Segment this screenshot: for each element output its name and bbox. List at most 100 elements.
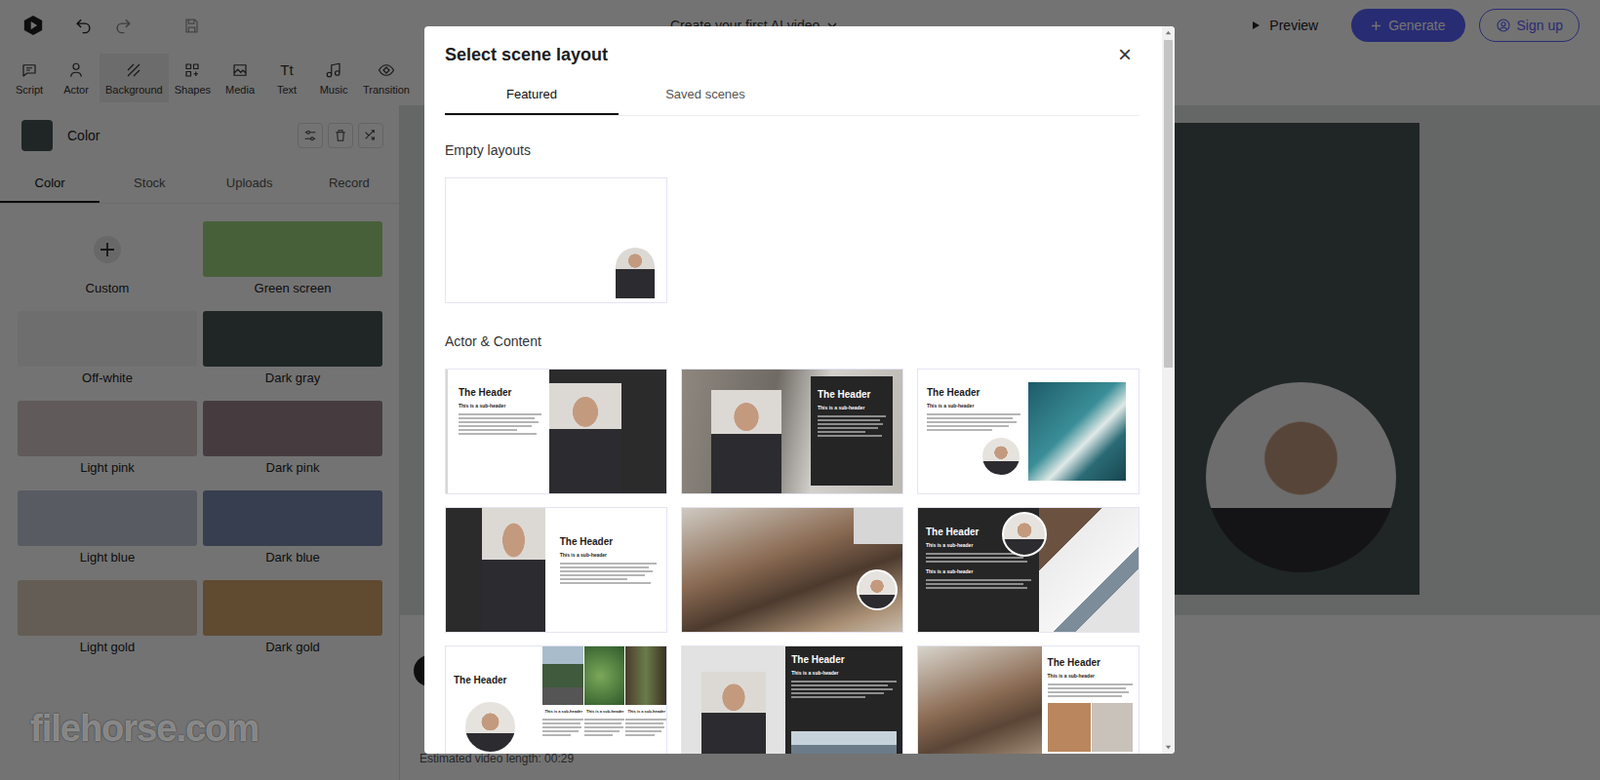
layout-section: Actor & Content The Header This is a sub… bbox=[444, 333, 1140, 755]
placeholder-block bbox=[853, 508, 903, 545]
scene-layout-dialog: Select scene layout × FeaturedSaved scen… bbox=[424, 26, 1175, 755]
layout-card[interactable]: The Header This is a sub-header bbox=[444, 507, 668, 634]
layout-header: The Header bbox=[817, 388, 886, 401]
layout-subheader: This is a sub-header bbox=[925, 568, 1032, 576]
layout-card[interactable] bbox=[680, 507, 904, 634]
text-line bbox=[560, 582, 651, 585]
section-title: Actor & Content bbox=[444, 333, 1140, 350]
layout-card[interactable]: The Header This is a sub-header bbox=[917, 645, 1140, 755]
layout-subheader: This is a sub-header bbox=[791, 670, 897, 678]
layout-grid: The Header This is a sub-header The Head… bbox=[444, 368, 1140, 755]
text-line bbox=[926, 413, 1021, 416]
layout-header: The Header bbox=[453, 674, 543, 687]
dialog-scrollbar[interactable] bbox=[1161, 26, 1175, 755]
content-column: This is a sub-header bbox=[625, 646, 667, 755]
text-line bbox=[817, 435, 882, 438]
layout-card[interactable] bbox=[444, 177, 668, 304]
layout-subheader: This is a sub-header bbox=[544, 709, 582, 716]
layout-card[interactable]: The Header This is a sub-header This is … bbox=[917, 507, 1140, 634]
layout-header: The Header bbox=[926, 386, 1021, 400]
text-line bbox=[926, 429, 993, 432]
text-line bbox=[817, 423, 883, 426]
text-line bbox=[926, 425, 1009, 428]
text-line bbox=[791, 692, 884, 695]
dialog-tab[interactable]: Saved scenes bbox=[618, 76, 793, 116]
text-line bbox=[560, 578, 629, 581]
content-image bbox=[1039, 508, 1139, 633]
text-line bbox=[1047, 683, 1133, 686]
text-line bbox=[560, 566, 649, 569]
dialog-header: Select scene layout × bbox=[444, 26, 1140, 67]
watermark: filehorse.com bbox=[30, 708, 259, 751]
text-lines bbox=[1047, 683, 1133, 698]
text-block: The Header This is a sub-header bbox=[560, 535, 657, 585]
text-lines bbox=[625, 719, 667, 737]
text-line bbox=[542, 734, 571, 737]
actor-photo bbox=[615, 247, 655, 299]
layout-card[interactable]: The Header This is a sub-header This is … bbox=[444, 645, 668, 755]
dialog-content: Select scene layout × FeaturedSaved scen… bbox=[424, 26, 1162, 755]
text-line bbox=[584, 730, 621, 733]
text-line bbox=[925, 560, 1028, 563]
text-line bbox=[817, 427, 879, 430]
layout-card[interactable]: The Header This is a sub-header bbox=[680, 645, 904, 755]
section-title: Empty layouts bbox=[444, 142, 1140, 159]
layout-card[interactable]: The Header This is a sub-header bbox=[680, 368, 904, 495]
text-line bbox=[560, 570, 653, 573]
text-line bbox=[1047, 687, 1126, 690]
text-block: The Header This is a sub-header bbox=[458, 386, 542, 436]
actor-avatar bbox=[463, 700, 518, 755]
text-line bbox=[542, 719, 584, 721]
scroll-up-icon[interactable] bbox=[1163, 28, 1173, 38]
actor-photo bbox=[481, 508, 546, 633]
scroll-thumb[interactable] bbox=[1163, 40, 1173, 368]
text-line bbox=[542, 722, 580, 725]
text-line bbox=[584, 726, 624, 729]
content-column: This is a sub-header bbox=[584, 646, 626, 755]
content-image bbox=[1028, 382, 1126, 481]
scroll-down-icon[interactable] bbox=[1163, 743, 1173, 753]
text-line bbox=[584, 722, 622, 725]
text-line bbox=[542, 726, 582, 729]
text-block: The Header This is a sub-header bbox=[791, 653, 897, 699]
layout-header: The Header bbox=[1047, 656, 1133, 670]
text-line bbox=[625, 734, 654, 737]
actor-photo bbox=[701, 672, 766, 755]
text-line bbox=[560, 562, 657, 565]
text-line bbox=[817, 431, 866, 434]
text-line bbox=[542, 730, 579, 733]
layout-card[interactable]: The Header This is a sub-header bbox=[444, 368, 668, 495]
text-line bbox=[458, 413, 542, 416]
layout-subheader: This is a sub-header bbox=[560, 552, 657, 560]
actor-avatar bbox=[1001, 512, 1047, 558]
layout-subheader: This is a sub-header bbox=[458, 402, 542, 410]
text-line bbox=[791, 688, 892, 691]
content-image bbox=[625, 646, 667, 706]
layout-card[interactable]: The Header This is a sub-header bbox=[917, 368, 1140, 495]
text-line bbox=[925, 587, 1028, 590]
layout-header: The Header bbox=[458, 386, 542, 400]
text-line bbox=[560, 574, 645, 577]
actor-avatar bbox=[856, 569, 898, 611]
layout-subheader: This is a sub-header bbox=[586, 709, 624, 716]
layout-subheader: This is a sub-header bbox=[817, 404, 886, 412]
text-lines bbox=[584, 719, 626, 737]
text-line bbox=[926, 417, 1013, 420]
text-line bbox=[817, 419, 880, 422]
text-line bbox=[625, 726, 665, 729]
text-lines bbox=[926, 413, 1021, 432]
actor-photo bbox=[711, 390, 782, 494]
content-image bbox=[542, 646, 584, 706]
content-image bbox=[791, 731, 897, 755]
text-line bbox=[584, 719, 626, 721]
dialog-tab[interactable]: Featured bbox=[444, 76, 619, 116]
content-image bbox=[1047, 703, 1133, 753]
text-line bbox=[625, 719, 667, 721]
layout-subheader: This is a sub-header bbox=[926, 402, 1021, 410]
text-line bbox=[817, 415, 886, 418]
close-button[interactable]: × bbox=[1118, 42, 1132, 67]
text-line bbox=[791, 684, 888, 687]
text-line bbox=[1047, 691, 1130, 694]
layout-header: The Header bbox=[560, 535, 657, 549]
text-block: The Header This is a sub-header bbox=[1047, 656, 1133, 698]
